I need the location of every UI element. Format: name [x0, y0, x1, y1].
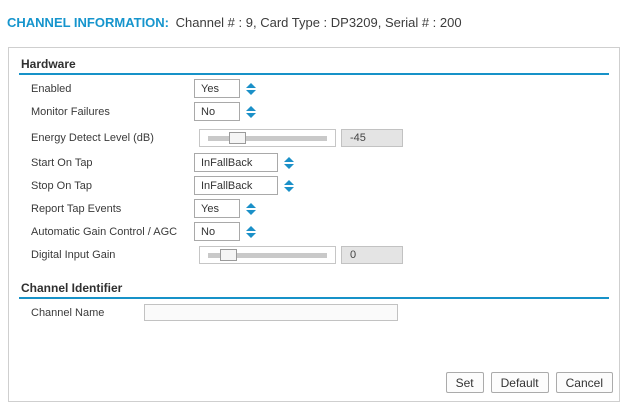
enabled-spinner[interactable] [246, 82, 256, 95]
start-on-tap-spinner[interactable] [284, 156, 294, 169]
row-energy-detect-level: Energy Detect Level (dB) -45 [31, 129, 619, 147]
digital-input-gain-slider[interactable] [199, 246, 336, 264]
monitor-failures-spinner[interactable] [246, 105, 256, 118]
slider-track[interactable] [208, 248, 327, 261]
digital-input-gain-value: 0 [341, 246, 403, 264]
spinner-up-icon[interactable] [246, 82, 256, 88]
spinner-down-icon[interactable] [284, 186, 294, 192]
stop-on-tap-label: Stop On Tap [31, 179, 92, 192]
enabled-label: Enabled [31, 82, 72, 95]
default-button[interactable]: Default [490, 372, 549, 393]
channel-name-label: Channel Name [31, 306, 105, 319]
spinner-up-icon[interactable] [246, 105, 256, 111]
button-row: Set Default Cancel [445, 372, 613, 393]
row-report-tap-events: Report Tap Events Yes [31, 199, 619, 218]
row-monitor-failures: Monitor Failures No [31, 102, 619, 121]
cancel-button[interactable]: Cancel [555, 372, 613, 393]
slider-thumb[interactable] [219, 248, 237, 261]
section-title-channel-identifier: Channel Identifier [19, 281, 609, 299]
energy-detect-level-value: -45 [341, 129, 403, 147]
energy-detect-level-slider[interactable] [199, 129, 336, 147]
spinner-up-icon[interactable] [246, 225, 256, 231]
page-header: CHANNEL INFORMATION: Channel # : 9, Card… [7, 15, 462, 30]
spinner-down-icon[interactable] [284, 163, 294, 169]
spinner-up-icon[interactable] [246, 202, 256, 208]
agc-select[interactable]: No [194, 222, 240, 241]
agc-spinner[interactable] [246, 225, 256, 238]
spinner-down-icon[interactable] [246, 112, 256, 118]
digital-input-gain-label: Digital Input Gain [31, 249, 116, 261]
spinner-up-icon[interactable] [284, 156, 294, 162]
spinner-down-icon[interactable] [246, 89, 256, 95]
report-tap-events-label: Report Tap Events [31, 202, 122, 215]
row-start-on-tap: Start On Tap InFallBack [31, 153, 619, 172]
monitor-failures-select[interactable]: No [194, 102, 240, 121]
channel-summary: Channel # : 9, Card Type : DP3209, Seria… [175, 15, 462, 30]
spinner-down-icon[interactable] [246, 232, 256, 238]
slider-track[interactable] [208, 131, 327, 144]
start-on-tap-select[interactable]: InFallBack [194, 153, 278, 172]
spinner-up-icon[interactable] [284, 179, 294, 185]
stop-on-tap-spinner[interactable] [284, 179, 294, 192]
report-tap-events-spinner[interactable] [246, 202, 256, 215]
report-tap-events-select[interactable]: Yes [194, 199, 240, 218]
channel-information-panel: Hardware Enabled Yes Monitor Failures No… [8, 47, 620, 402]
set-button[interactable]: Set [445, 372, 484, 393]
section-title-hardware: Hardware [19, 57, 609, 75]
channel-name-input[interactable] [144, 304, 398, 321]
start-on-tap-label: Start On Tap [31, 156, 93, 169]
row-agc: Automatic Gain Control / AGC No [31, 222, 619, 241]
stop-on-tap-select[interactable]: InFallBack [194, 176, 278, 195]
enabled-select[interactable]: Yes [194, 79, 240, 98]
row-enabled: Enabled Yes [31, 79, 619, 98]
row-stop-on-tap: Stop On Tap InFallBack [31, 176, 619, 195]
energy-detect-level-label: Energy Detect Level (dB) [31, 132, 154, 144]
row-channel-name: Channel Name [31, 304, 619, 321]
row-digital-input-gain: Digital Input Gain 0 [31, 246, 619, 264]
spinner-down-icon[interactable] [246, 209, 256, 215]
page-title: CHANNEL INFORMATION: [7, 15, 170, 30]
slider-thumb[interactable] [229, 131, 247, 144]
agc-label: Automatic Gain Control / AGC [31, 225, 178, 238]
monitor-failures-label: Monitor Failures [31, 105, 110, 118]
